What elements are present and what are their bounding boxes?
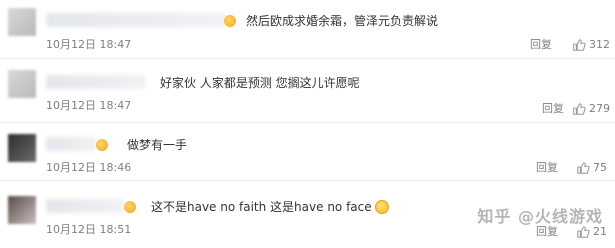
thumbs-up-icon (577, 162, 590, 174)
comment-text: 这不是have no faith 这是have no face (151, 199, 389, 215)
avatar[interactable] (8, 70, 36, 98)
comment-item: 做梦有一手 10月12日 18:46 回复 75 (0, 122, 615, 181)
avatar[interactable] (8, 8, 36, 36)
like-button[interactable]: 21 (576, 225, 607, 239)
username[interactable] (46, 137, 96, 151)
watermark: 知乎 @火线游戏 (477, 207, 603, 226)
comment-text: 做梦有一手 (127, 138, 188, 152)
comment-date: 10月12日 18:47 (46, 99, 132, 112)
like-count: 75 (593, 161, 607, 174)
thumbs-up-icon (577, 226, 590, 238)
comment-text: 好家伙 人家都是预测 您搁这儿许愿呢 (160, 76, 360, 90)
reply-button[interactable]: 回复 (542, 102, 564, 116)
like-button[interactable]: 75 (576, 161, 607, 175)
comment-date: 10月12日 18:47 (46, 38, 132, 51)
comment-text-content: 这不是have no faith 这是have no face (151, 200, 372, 214)
username[interactable] (46, 75, 146, 89)
reply-button[interactable]: 回复 (530, 38, 552, 52)
like-count: 279 (589, 102, 610, 115)
like-count: 312 (589, 38, 610, 51)
smile-emoji-icon (374, 200, 389, 214)
comment-item: 好家伙 人家都是预测 您搁这儿许愿呢 10月12日 18:47 回复 279 (0, 58, 615, 123)
like-button[interactable]: 279 (572, 102, 610, 116)
comment-item: 然后欧成求婚余霜，管泽元负责解说 10月12日 18:47 回复 312 (0, 0, 615, 59)
reply-button[interactable]: 回复 (536, 161, 558, 175)
like-count: 21 (593, 225, 607, 238)
user-badge-icon (224, 15, 236, 27)
username[interactable] (46, 199, 124, 213)
comment-date: 10月12日 18:51 (46, 223, 132, 236)
thumbs-up-icon (573, 39, 586, 51)
username[interactable] (46, 13, 226, 27)
thumbs-up-icon (573, 103, 586, 115)
comment-date: 10月12日 18:46 (46, 161, 132, 174)
user-badge-icon (124, 201, 136, 213)
comment-text: 然后欧成求婚余霜，管泽元负责解说 (246, 14, 439, 28)
avatar[interactable] (8, 196, 36, 224)
avatar[interactable] (8, 134, 36, 162)
like-button[interactable]: 312 (572, 38, 610, 52)
reply-button[interactable]: 回复 (536, 225, 558, 239)
user-badge-icon (96, 139, 108, 151)
